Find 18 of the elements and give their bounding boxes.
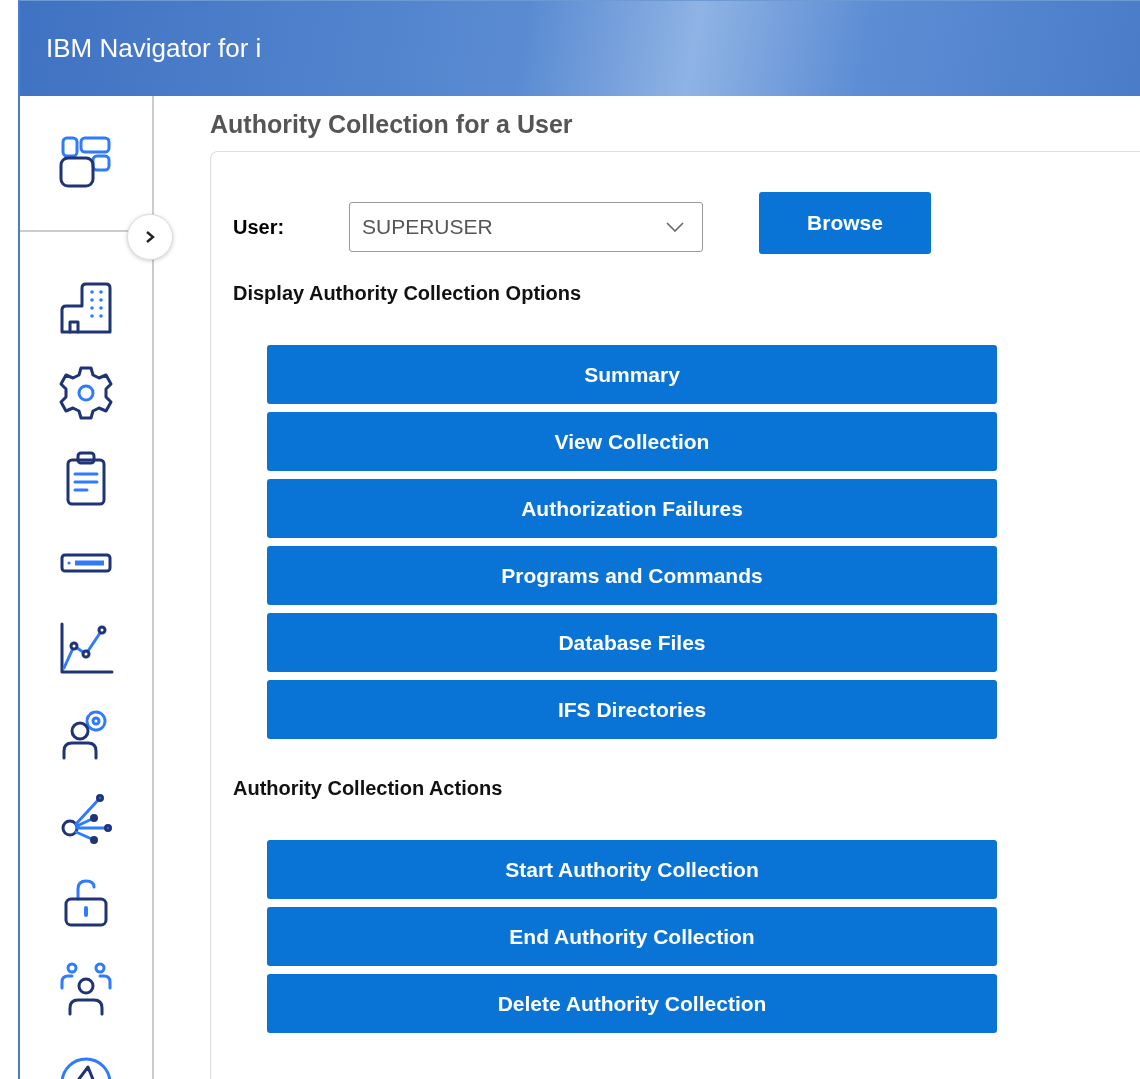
- action-button[interactable]: View Collection: [267, 412, 997, 471]
- action-button[interactable]: Authorization Failures: [267, 479, 997, 538]
- section-heading: Authority Collection Actions: [233, 777, 504, 800]
- action-button[interactable]: Programs and Commands: [267, 546, 997, 605]
- action-button[interactable]: End Authority Collection: [267, 907, 997, 966]
- action-button[interactable]: IFS Directories: [267, 680, 997, 739]
- action-button[interactable]: Delete Authority Collection: [267, 974, 997, 1033]
- chevron-right-icon: [144, 230, 156, 244]
- page-title: Authority Collection for a User: [210, 110, 574, 139]
- section-heading: Display Authority Collection Options: [233, 282, 583, 305]
- action-button[interactable]: Database Files: [267, 613, 997, 672]
- action-button[interactable]: Start Authority Collection: [267, 840, 997, 899]
- chevron-down-icon: [666, 222, 684, 232]
- app-title: IBM Navigator for i: [46, 33, 262, 64]
- user-dropdown[interactable]: SUPERUSER: [349, 202, 703, 252]
- user-label: User:: [233, 215, 286, 239]
- action-button[interactable]: Summary: [267, 345, 997, 404]
- browse-button[interactable]: Browse: [759, 192, 931, 254]
